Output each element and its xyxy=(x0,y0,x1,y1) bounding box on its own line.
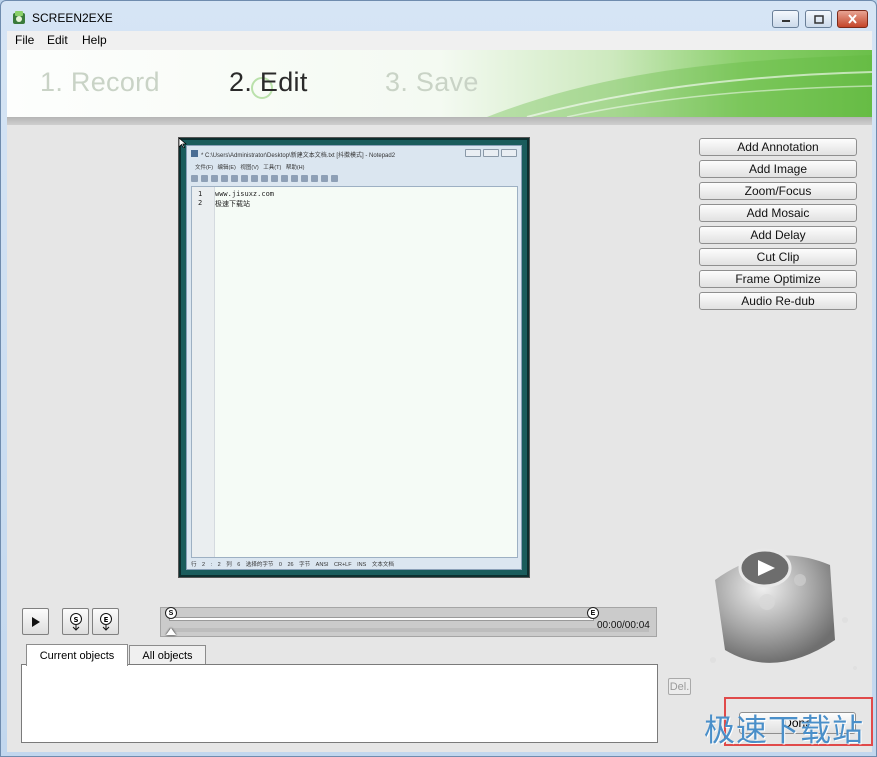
timeline-start-marker[interactable]: S xyxy=(165,607,177,619)
objects-list[interactable] xyxy=(21,664,658,743)
tab-current-objects[interactable]: Current objects xyxy=(26,644,128,666)
toolbar-cut-icon xyxy=(241,175,248,182)
preview-notepad-editor: 1 www.jisuxz.com 2 极速下载站 xyxy=(191,186,518,558)
line-text: 极速下载站 xyxy=(215,200,250,208)
toolbar-open-icon xyxy=(201,175,208,182)
toolbar-wrap-icon xyxy=(291,175,298,182)
play-button[interactable] xyxy=(22,608,49,635)
preview-maximize-icon xyxy=(483,149,499,157)
delete-button[interactable]: Del. xyxy=(668,678,691,695)
minimize-icon xyxy=(781,20,790,22)
toolbar-copy-icon xyxy=(251,175,258,182)
preview-notepad-title: * C:\Users\Administrator\Desktop\新建文本文档.… xyxy=(201,153,396,159)
timeline-slider[interactable]: S E 00:00/00:04 xyxy=(160,607,657,637)
toolbar-view-icon xyxy=(321,175,328,182)
play-cube-graphic-icon xyxy=(710,548,857,670)
line-number: 2 xyxy=(198,199,203,207)
toolbar-new-icon xyxy=(191,175,198,182)
timeline-position-track xyxy=(169,628,649,632)
app-logo-icon xyxy=(13,11,25,24)
toolbar-replace-icon xyxy=(281,175,288,182)
preview-notepad-menu: 文件(F) 编辑(E) 视图(V) 工具(T) 帮助(H) xyxy=(195,165,305,171)
preview-notepad-window: * C:\Users\Administrator\Desktop\新建文本文档.… xyxy=(186,145,522,570)
add-delay-button[interactable]: Add Delay xyxy=(699,226,857,244)
zoom-focus-button[interactable]: Zoom/Focus xyxy=(699,182,857,200)
mouse-cursor-icon xyxy=(179,138,187,148)
add-image-button[interactable]: Add Image xyxy=(699,160,857,178)
preview-close-icon xyxy=(501,149,517,157)
cut-clip-button[interactable]: Cut Clip xyxy=(699,248,857,266)
window-title: SCREEN2EXE xyxy=(32,11,113,25)
line-number: 1 xyxy=(198,190,203,198)
timeline-selection-track xyxy=(169,617,594,621)
title-bar[interactable]: SCREEN2EXE xyxy=(1,1,876,31)
minimize-button[interactable] xyxy=(772,10,799,28)
start-marker-letter: S xyxy=(73,616,78,624)
audio-redub-button[interactable]: Audio Re-dub xyxy=(699,292,857,310)
end-marker-icon: E xyxy=(99,612,112,631)
end-marker-letter: E xyxy=(103,616,108,624)
step-banner: 1. Record 2. Edit 3. Save xyxy=(7,50,872,117)
maximize-icon xyxy=(813,14,824,24)
time-readout: 00:00/00:04 xyxy=(597,620,650,631)
line-text: www.jisuxz.com xyxy=(215,190,275,198)
toolbar-zoom-in-icon xyxy=(301,175,308,182)
close-icon xyxy=(848,14,857,24)
toolbar-settings-icon xyxy=(331,175,338,182)
step-save: 3. Save xyxy=(385,67,479,97)
play-icon xyxy=(31,616,40,627)
menu-file[interactable]: File xyxy=(15,33,34,47)
banner-divider xyxy=(7,117,872,125)
tab-all-objects[interactable]: All objects xyxy=(129,645,206,665)
main-area: 1. Record 2. Edit 3. Save * C:\Users\Adm… xyxy=(7,50,873,752)
start-marker-icon: S xyxy=(69,612,82,631)
watermark-text: 极速下载站 xyxy=(704,713,864,749)
timeline-end-marker[interactable]: E xyxy=(587,607,599,619)
preview-notepad-toolbar xyxy=(191,173,517,184)
add-mosaic-button[interactable]: Add Mosaic xyxy=(699,204,857,222)
frame-optimize-button[interactable]: Frame Optimize xyxy=(699,270,857,288)
close-button[interactable] xyxy=(837,10,868,28)
recording-preview[interactable]: * C:\Users\Administrator\Desktop\新建文本文档.… xyxy=(179,138,529,577)
set-end-button[interactable]: E xyxy=(92,608,119,635)
preview-notepad-status: 行 2 : 2 列 6 选择的字节 0 26 字节 ANSI CR+LF INS… xyxy=(191,562,394,568)
toolbar-paste-icon xyxy=(261,175,268,182)
preview-line-gutter xyxy=(192,187,215,557)
toolbar-redo-icon xyxy=(231,175,238,182)
step-edit: 2. Edit xyxy=(229,67,308,97)
toolbar-save-icon xyxy=(211,175,218,182)
maximize-button[interactable] xyxy=(805,10,832,28)
menu-bar: File Edit Help xyxy=(7,31,872,50)
preview-minimize-icon xyxy=(465,149,481,157)
timeline-playhead[interactable] xyxy=(166,628,176,635)
step-record: 1. Record xyxy=(40,67,160,97)
add-annotation-button[interactable]: Add Annotation xyxy=(699,138,857,156)
toolbar-find-icon xyxy=(271,175,278,182)
menu-edit[interactable]: Edit xyxy=(47,33,68,47)
toolbar-undo-icon xyxy=(221,175,228,182)
set-start-button[interactable]: S xyxy=(62,608,89,635)
notepad-icon xyxy=(191,150,198,157)
menu-help[interactable]: Help xyxy=(82,33,107,47)
toolbar-zoom-out-icon xyxy=(311,175,318,182)
preview-window-controls xyxy=(465,149,517,157)
app-window: SCREEN2EXE File Edit Help 1. Record 2. E… xyxy=(0,0,877,757)
